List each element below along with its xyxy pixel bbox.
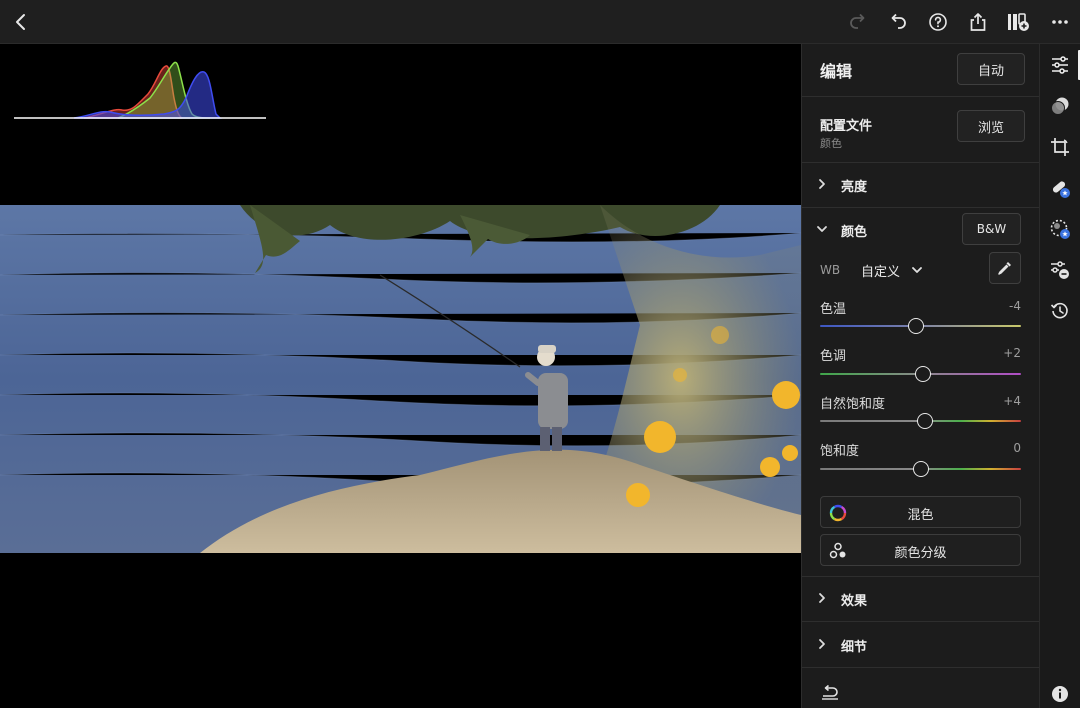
edit-sliders-icon[interactable] xyxy=(1048,53,1072,77)
profile-label: 配置文件 xyxy=(820,119,873,134)
black-white-button[interactable]: B&W xyxy=(962,213,1021,245)
section-detail-label: 细节 xyxy=(841,639,868,655)
section-color-label: 颜色 xyxy=(841,224,868,240)
vibrance-slider-value: +4 xyxy=(1003,394,1021,408)
saturation-slider-thumb[interactable] xyxy=(912,461,929,477)
temp-slider-label: 色温 xyxy=(820,302,847,317)
presets-icon[interactable] xyxy=(1048,94,1072,118)
temp-slider-thumb[interactable] xyxy=(908,318,925,334)
edit-panel: 编辑 自动 配置文件 颜色 浏览 亮度 颜色 B&W WB 自定义 色温 -4 … xyxy=(801,44,1040,708)
redo-icon[interactable] xyxy=(843,7,873,37)
reset-icon[interactable] xyxy=(820,684,840,704)
color-mix-button[interactable]: 混色 xyxy=(820,496,1021,528)
panel-title: 编辑 xyxy=(820,62,853,81)
section-light[interactable]: 亮度 xyxy=(802,163,1040,207)
saturation-slider-label: 饱和度 xyxy=(820,444,860,459)
vibrance-slider-label: 自然饱和度 xyxy=(820,397,886,412)
section-light-label: 亮度 xyxy=(841,179,868,195)
browse-profiles-button[interactable]: 浏览 xyxy=(957,110,1025,142)
wb-label: WB xyxy=(820,263,841,277)
section-detail[interactable]: 细节 xyxy=(802,623,1040,667)
chevron-down-icon xyxy=(817,226,827,232)
color-mix-label: 混色 xyxy=(907,508,934,523)
history-icon[interactable] xyxy=(1048,299,1072,323)
add-to-album-icon[interactable] xyxy=(1004,7,1034,37)
photo xyxy=(0,205,801,553)
divider xyxy=(802,621,1040,622)
healing-icon[interactable] xyxy=(1048,176,1072,200)
saturation-slider-value: 0 xyxy=(1013,441,1021,455)
vibrance-slider-thumb[interactable] xyxy=(916,413,933,429)
color-grading-button[interactable]: 颜色分级 xyxy=(820,534,1021,566)
tint-slider-label: 色调 xyxy=(820,349,847,364)
share-icon[interactable] xyxy=(963,7,993,37)
eyedropper-icon xyxy=(998,262,1011,275)
undo-icon[interactable] xyxy=(883,7,913,37)
chevron-right-icon xyxy=(819,593,825,603)
info-icon[interactable] xyxy=(1048,682,1072,706)
photo-canvas xyxy=(0,44,801,708)
help-icon[interactable] xyxy=(923,7,953,37)
tint-slider-thumb[interactable] xyxy=(914,366,931,382)
masking-icon[interactable] xyxy=(1048,217,1072,241)
more-icon[interactable] xyxy=(1045,7,1075,37)
color-grading-label: 颜色分级 xyxy=(894,546,947,561)
white-balance-picker-button[interactable] xyxy=(989,252,1021,284)
divider xyxy=(802,667,1040,668)
back-icon[interactable] xyxy=(6,7,36,37)
versions-icon[interactable] xyxy=(1048,258,1072,282)
chevron-down-icon[interactable] xyxy=(912,266,922,274)
chevron-right-icon xyxy=(819,639,825,649)
histogram xyxy=(14,61,266,119)
top-toolbar xyxy=(0,0,1080,44)
profile-value: 颜色 xyxy=(820,137,842,150)
wb-select[interactable]: 自定义 xyxy=(861,261,900,280)
chevron-right-icon xyxy=(819,179,825,189)
crop-icon[interactable] xyxy=(1048,135,1072,159)
divider xyxy=(802,96,1040,97)
section-effects-label: 效果 xyxy=(841,593,868,609)
tool-rail xyxy=(1039,44,1080,708)
tint-slider-value: +2 xyxy=(1003,346,1021,360)
temp-slider-value: -4 xyxy=(1009,299,1021,313)
auto-button[interactable]: 自动 xyxy=(957,53,1025,85)
section-effects[interactable]: 效果 xyxy=(802,577,1040,621)
